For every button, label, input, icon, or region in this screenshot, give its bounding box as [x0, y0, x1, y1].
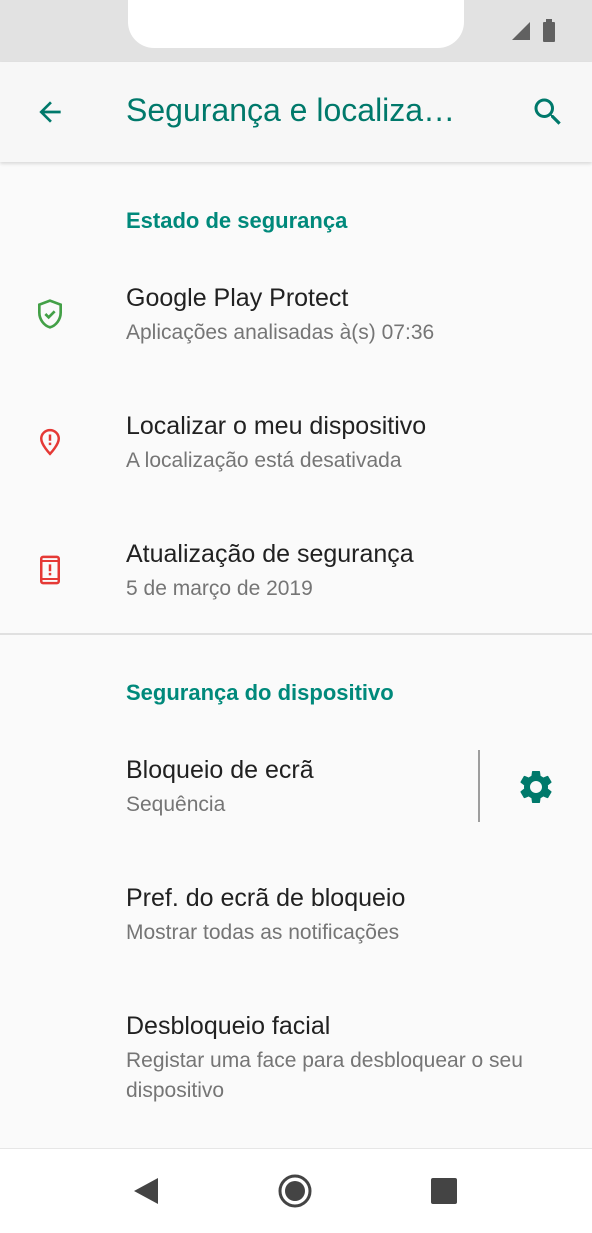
nav-recents-icon	[431, 1178, 457, 1204]
list-item-subtitle: 5 de março de 2019	[126, 577, 313, 600]
search-button[interactable]	[524, 88, 572, 136]
list-item-find-device[interactable]: Localizar o meu dispositivo A localizaçã…	[0, 390, 592, 510]
list-item-subtitle: Registar uma face para desbloquear o seu…	[126, 1049, 523, 1102]
list-item-title: Bloqueio de ecrã	[126, 756, 314, 784]
list-item-lock-screen-prefs[interactable]: Pref. do ecrã de bloqueio Mostrar todas …	[0, 862, 592, 982]
battery-icon	[543, 19, 555, 42]
list-item-title: Google Play Protect	[126, 284, 349, 312]
status-bar	[0, 0, 592, 62]
list-item-subtitle: Mostrar todas as notificações	[126, 921, 400, 944]
settings-list: Estado de segurança Google Play Protect …	[0, 162, 592, 1148]
list-item-subtitle: A localização está desativada	[126, 449, 402, 472]
list-item-title: Pref. do ecrã de bloqueio	[126, 884, 406, 912]
gear-icon	[520, 771, 552, 803]
phone-alert-icon	[32, 552, 68, 588]
nav-home-button[interactable]	[271, 1167, 319, 1215]
status-icons	[510, 19, 556, 42]
vertical-divider	[478, 750, 480, 822]
cellular-signal-icon	[512, 22, 530, 40]
list-item-security-update[interactable]: Atualização de segurança 5 de março de 2…	[0, 518, 592, 638]
location-alert-icon	[32, 424, 68, 460]
page-title: Segurança e localiza…	[126, 92, 456, 128]
section-divider	[0, 633, 592, 635]
list-item-title: Atualização de segurança	[126, 540, 414, 568]
back-button[interactable]	[26, 88, 74, 136]
list-item-subtitle: Sequência	[126, 793, 226, 816]
search-icon	[534, 98, 561, 125]
list-item-screen-lock[interactable]: Bloqueio de ecrã Sequência	[0, 734, 592, 854]
app-bar: Segurança e localiza…	[0, 62, 592, 162]
nav-back-button[interactable]	[122, 1167, 170, 1215]
display-notch	[128, 0, 464, 48]
nav-back-icon	[134, 1178, 158, 1204]
list-item-title: Desbloqueio facial	[126, 1012, 331, 1040]
section-header-device-security: Segurança do dispositivo	[126, 680, 394, 705]
list-item-subtitle: Aplicações analisadas à(s) 07:36	[126, 321, 435, 344]
screen-lock-settings-button[interactable]	[512, 763, 560, 811]
navigation-bar	[0, 1148, 592, 1233]
list-item-title: Localizar o meu dispositivo	[126, 412, 427, 440]
list-item-face-unlock[interactable]: Desbloqueio facial Registar uma face par…	[0, 990, 592, 1140]
list-item-play-protect[interactable]: Google Play Protect Aplicações analisada…	[0, 262, 592, 382]
section-header-security-status: Estado de segurança	[126, 208, 348, 233]
nav-home-icon	[278, 1174, 312, 1208]
arrow-back-icon	[39, 101, 61, 123]
nav-recents-button[interactable]	[420, 1167, 468, 1215]
shield-check-icon	[32, 296, 68, 332]
